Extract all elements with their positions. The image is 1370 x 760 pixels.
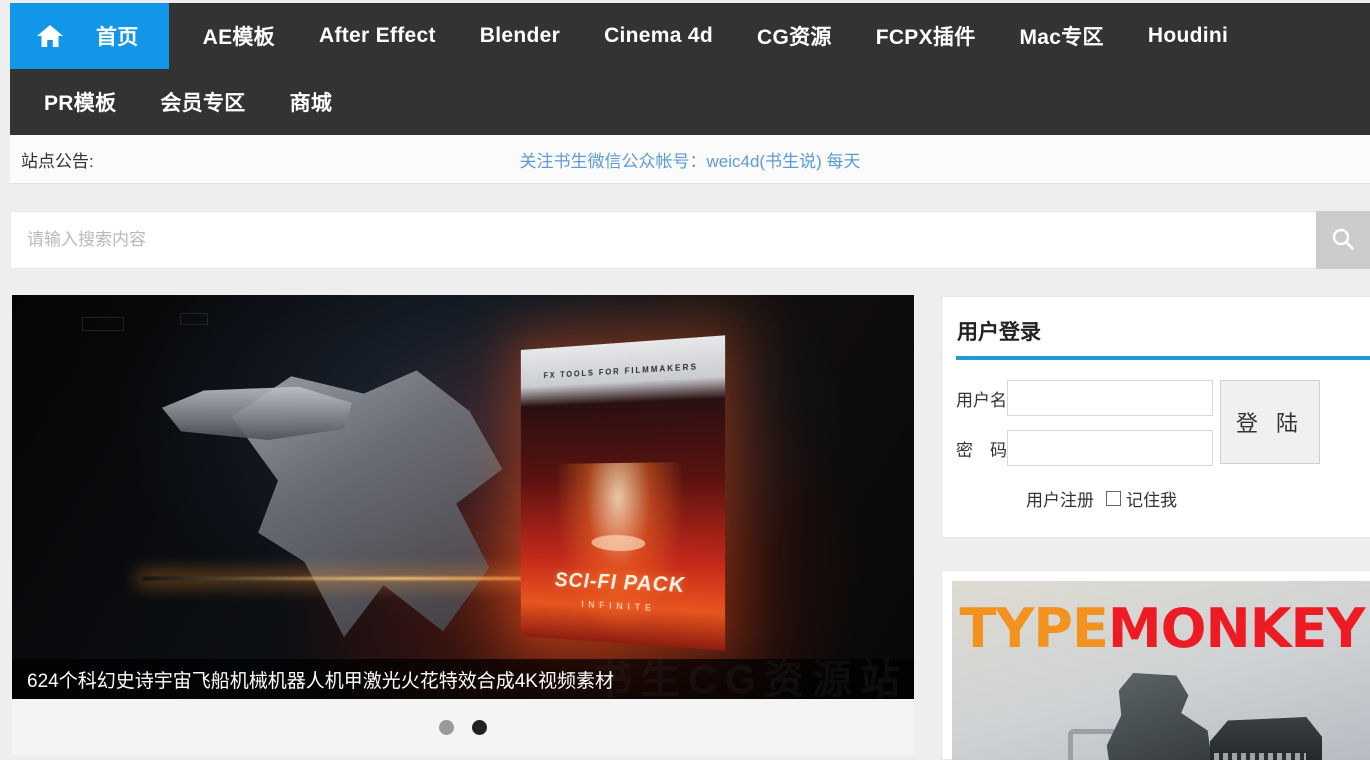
nav-item-label-home: 首页: [96, 26, 139, 49]
nav-item-after-effect[interactable]: After Effect: [297, 3, 458, 69]
promo-title: TYPEMONKEY: [952, 597, 1370, 660]
carousel-dots: [12, 699, 914, 755]
nav-item-label: CG资源: [756, 26, 832, 49]
register-link[interactable]: 用户注册: [1026, 486, 1094, 511]
nav-item-label: Houdini: [1147, 24, 1229, 47]
typewriter-keys-graphic: [1214, 753, 1306, 760]
carousel-caption[interactable]: 624个科幻史诗宇宙飞船机械机器人机甲激光火花特效合成4K视频素材: [12, 659, 914, 699]
announcement-link[interactable]: 关注书生微信公众帐号：weic4d(书生说) 每天: [10, 147, 1370, 172]
promo-title-part1: TYPE: [959, 597, 1108, 660]
carousel-dot-1[interactable]: [439, 719, 454, 735]
hud-frame: [82, 317, 124, 331]
product-box-top-text: FX TOOLS FOR FILMMAKERS: [543, 362, 699, 381]
nav-item-cinema-4d[interactable]: Cinema 4d: [582, 3, 735, 69]
login-submit-button[interactable]: 登 陆: [1220, 380, 1320, 464]
password-input[interactable]: [1007, 430, 1213, 466]
nav-item-shop[interactable]: 商城: [268, 69, 355, 135]
search-input[interactable]: [10, 211, 1316, 269]
carousel-dot-2[interactable]: [472, 719, 487, 735]
search-bar: [10, 211, 1370, 269]
nav-item-label: 商城: [289, 92, 333, 115]
nav-item-label: AE模板: [202, 26, 275, 49]
carousel-slide[interactable]: X4 FX TOOLS FOR FILMMAKERS SCI-FI PACK I…: [12, 295, 914, 699]
search-button[interactable]: [1316, 211, 1370, 269]
nav-item-label: 会员专区: [160, 92, 246, 115]
hud-frame: [180, 313, 208, 325]
nav-item-pr-template[interactable]: PR模板: [10, 69, 138, 135]
nav-item-label: Blender: [479, 24, 561, 47]
login-form: 用户名 密 码 登 陆: [942, 360, 1370, 480]
nav-row-secondary: PR模板 会员专区 商城: [10, 69, 1370, 135]
remember-me-checkbox[interactable]: [1106, 491, 1121, 506]
main-navigation: 首页 AE模板 After Effect Blender Cinema 4d C…: [10, 3, 1370, 135]
search-icon: [1330, 226, 1356, 255]
product-box-graphic: FX TOOLS FOR FILMMAKERS SCI-FI PACK INFI…: [520, 335, 726, 651]
page-root: 首页 AE模板 After Effect Blender Cinema 4d C…: [0, 0, 1370, 760]
product-box-glow: [554, 462, 686, 642]
nav-item-fcpx-plugin[interactable]: FCPX插件: [854, 3, 998, 69]
username-input[interactable]: [1007, 380, 1213, 416]
remember-me-label: 记住我: [1126, 491, 1177, 510]
nav-row-primary: 首页 AE模板 After Effect Blender Cinema 4d C…: [10, 3, 1370, 69]
nav-item-blender[interactable]: Blender: [458, 3, 582, 69]
nav-item-cg-resources[interactable]: CG资源: [735, 3, 854, 69]
remember-me-toggle[interactable]: 记住我: [1106, 486, 1177, 511]
login-fields: 用户名 密 码: [956, 380, 1213, 480]
login-footer: 用户注册 记住我: [942, 486, 1370, 511]
nav-item-label: Mac专区: [1019, 26, 1104, 49]
typemonkey-image[interactable]: TYPEMONKEY: [952, 581, 1370, 760]
password-row: 密 码: [956, 430, 1213, 466]
nav-item-label: After Effect: [318, 24, 436, 47]
nav-item-member-zone[interactable]: 会员专区: [138, 69, 267, 135]
nav-item-mac-zone[interactable]: Mac专区: [998, 3, 1126, 69]
nav-item-label: PR模板: [44, 92, 117, 115]
monkey-graphic: [1106, 673, 1218, 760]
site-announcement-bar: 站点公告: 关注书生微信公众帐号：weic4d(书生说) 每天: [10, 135, 1370, 184]
password-label: 密 码: [956, 440, 1007, 460]
home-icon: [36, 23, 64, 49]
username-label: 用户名: [956, 390, 1007, 410]
nav-item-houdini[interactable]: Houdini: [1126, 3, 1250, 69]
hero-carousel[interactable]: X4 FX TOOLS FOR FILMMAKERS SCI-FI PACK I…: [12, 295, 914, 755]
promo-title-part2: MONKEY: [1107, 597, 1366, 660]
nav-item-label: FCPX插件: [875, 26, 976, 49]
nav-item-ae-template[interactable]: AE模板: [169, 3, 297, 69]
user-login-panel: 用户登录 用户名 密 码 登 陆 用户注册 记住我: [941, 296, 1370, 538]
nav-item-home[interactable]: 首页: [10, 3, 169, 69]
login-panel-title: 用户登录: [957, 321, 1041, 344]
nav-item-label: Cinema 4d: [604, 24, 713, 47]
username-row: 用户名: [956, 380, 1213, 416]
product-box-title: SCI-FI PACK: [554, 568, 686, 598]
promo-banner[interactable]: TYPEMONKEY: [941, 570, 1370, 760]
